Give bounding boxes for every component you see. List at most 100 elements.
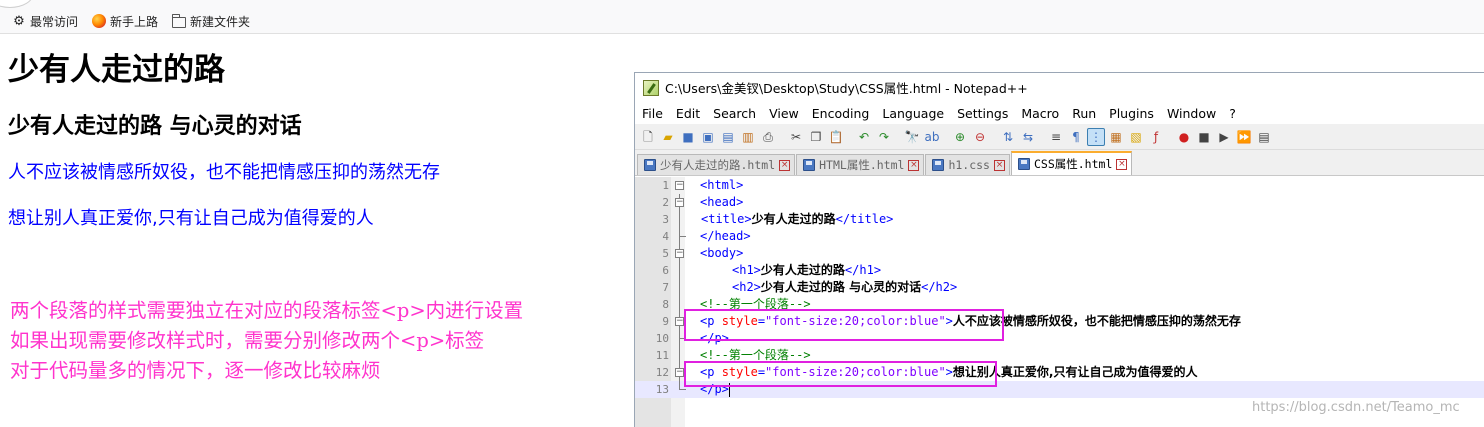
doc-map-icon[interactable]: ▧ [1127,128,1145,146]
tab-label: h1.css [948,158,990,172]
folder-icon [171,13,186,28]
line-number: 5 [662,247,669,260]
menu-file[interactable]: File [642,106,663,121]
save-macro-icon[interactable]: ▤ [1255,128,1273,146]
close-icon[interactable]: × [779,159,791,171]
cut-icon[interactable]: ✂ [787,128,805,146]
new-file-icon[interactable]: 🗋 [639,128,657,146]
bookmark-getting-started[interactable]: 新手上路 [92,12,158,30]
bookmark-new-folder[interactable]: 新建文件夹 [171,12,251,30]
tab-html-attributes[interactable]: HTML属性.html × [796,154,925,175]
line-number: 11 [655,349,669,362]
annotation-line-1: 两个段落的样式需要独立在对应的段落标签<p>内进行设置 [10,299,524,322]
line-number: 3 [662,213,669,226]
tab-css-attributes[interactable]: CSS属性.html × [1010,151,1133,175]
play-macro-icon[interactable]: ▶ [1215,128,1233,146]
toolbar: 🗋 ▰ ■ ▣ ▤ ▥ ⎙ ✂ ❐ 📋 ↶ ↷ 🔭 ab ⊕ ⊖ ⇅ ⇆ ≡ ¶… [635,124,1484,150]
code-line: 6 <h1>少有人走过的路</h1> [635,262,1484,279]
menu-edit[interactable]: Edit [676,106,700,121]
code-token: </h2> [921,280,958,294]
notepad-window: C:\Users\金美钗\Desktop\Study\CSS属性.html - … [634,72,1484,427]
close-icon[interactable]: × [1116,158,1128,170]
redo-icon[interactable]: ↷ [875,128,893,146]
bookmark-label: 最常访问 [30,14,79,29]
word-wrap-icon[interactable]: ≡ [1047,128,1065,146]
line-number: 4 [662,230,669,243]
line-number: 8 [662,298,669,311]
code-line: 3 <title>少有人走过的路</title> [635,211,1484,228]
open-file-icon[interactable]: ▰ [659,128,677,146]
bookmark-label: 新建文件夹 [190,14,251,29]
code-editor[interactable]: 1 − <html> 2 − <head> 3 <title>少有人走过的路</… [635,177,1484,427]
run-macro-multiple-icon[interactable]: ⏩ [1235,128,1253,146]
tab-label: 少有人走过的路.html [660,158,776,172]
copy-icon[interactable]: ❐ [807,128,825,146]
zoom-in-icon[interactable]: ⊕ [951,128,969,146]
function-list-icon[interactable]: ƒ [1147,128,1165,146]
line-number: 9 [662,315,669,328]
line-number: 7 [662,281,669,294]
fold-toggle[interactable]: − [673,177,687,194]
menu-search[interactable]: Search [713,106,756,121]
code-text: 少有人走过的路 [760,263,845,277]
page-heading-h1: 少有人走过的路 [8,52,225,88]
back-button[interactable] [0,0,34,8]
stop-macro-icon[interactable]: ■ [1195,128,1213,146]
print-icon[interactable]: ⎙ [759,128,777,146]
annotation-line-2: 如果出现需要修改样式时，需要分别修改两个<p>标签 [10,329,485,352]
menu-view[interactable]: View [769,106,799,121]
indent-guide-icon[interactable]: ⋮ [1087,127,1105,146]
save-icon [1017,158,1030,170]
menu-run[interactable]: Run [1072,106,1096,121]
notepad-title-bar: C:\Users\金美钗\Desktop\Study\CSS属性.html - … [635,73,1484,102]
zoom-out-icon[interactable]: ⊖ [971,128,989,146]
menu-encoding[interactable]: Encoding [812,106,870,121]
menu-settings[interactable]: Settings [957,106,1008,121]
tab-h1-css[interactable]: h1.css × [925,154,1010,175]
close-icon[interactable]: × [993,159,1005,171]
tab-label: CSS属性.html [1033,157,1113,171]
save-icon [932,159,945,171]
close-icon[interactable]: ▤ [719,128,737,146]
close-all-icon[interactable]: ▥ [739,128,757,146]
user-language-icon[interactable]: ▦ [1107,128,1125,146]
save-icon[interactable]: ■ [679,128,697,146]
code-token: <head> [700,195,744,209]
line-number: 6 [662,264,669,277]
replace-icon[interactable]: ab [923,128,941,146]
line-number: 13 [655,383,669,396]
bookmark-most-visited[interactable]: ⚙ 最常访问 [12,12,78,30]
gear-icon: ⚙ [13,13,25,29]
paragraph-1: 人不应该被情感所奴役，也不能把情感压抑的荡然无存 [8,162,440,183]
code-line: 4 </head> [635,228,1484,245]
code-line: 1 − <html> [635,177,1484,194]
paste-icon[interactable]: 📋 [827,128,845,146]
code-text: 少有人走过的路 [751,212,836,226]
show-all-characters-icon[interactable]: ¶ [1067,128,1085,146]
menu-language[interactable]: Language [882,106,944,121]
menu-macro[interactable]: Macro [1021,106,1059,121]
menu-help[interactable]: ? [1229,106,1236,121]
code-text: 少有人走过的路 与心灵的对话 [760,280,922,294]
sync-vertical-icon[interactable]: ⇅ [999,128,1017,146]
fold-toggle[interactable]: − [673,245,687,262]
menu-window[interactable]: Window [1167,106,1216,121]
sync-horizontal-icon[interactable]: ⇆ [1019,128,1037,146]
save-all-icon[interactable]: ▣ [699,128,717,146]
tab-shaoyouren[interactable]: 少有人走过的路.html × [637,154,796,175]
close-icon[interactable]: × [908,159,920,171]
fold-toggle[interactable]: − [673,194,687,211]
record-macro-icon[interactable]: ● [1175,128,1193,146]
firefox-icon [92,14,106,28]
code-token: <h2> [732,280,761,294]
code-token: <title> [701,212,752,226]
undo-icon[interactable]: ↶ [855,128,873,146]
annotation-line-3: 对于代码量多的情况下，逐一修改比较麻烦 [10,359,381,382]
line-number: 2 [662,196,669,209]
code-token: </h1> [844,263,882,277]
line-number: 12 [655,366,669,379]
bookmarks-bar: ⚙ 最常访问 新手上路 新建文件夹 [0,0,1484,34]
menu-plugins[interactable]: Plugins [1109,106,1154,121]
find-icon[interactable]: 🔭 [903,128,921,146]
code-line: 5 − <body> [635,245,1484,262]
